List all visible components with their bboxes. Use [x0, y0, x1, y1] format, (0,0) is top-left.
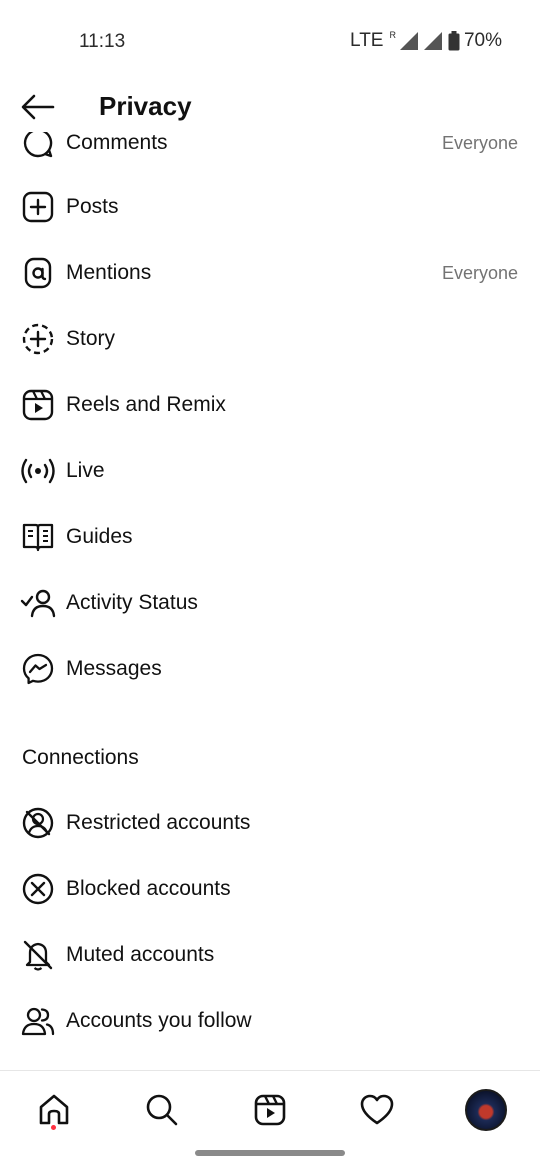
battery-level: 70%	[463, 30, 502, 51]
settings-row-messages[interactable]: Messages	[0, 639, 540, 699]
following-people-icon	[20, 1003, 56, 1039]
signal-icon-2	[423, 32, 442, 50]
settings-row-restricted[interactable]: Restricted accounts	[0, 793, 540, 853]
section-title-connections: Connections	[22, 746, 139, 769]
back-button[interactable]	[18, 90, 58, 124]
home-icon	[39, 1094, 69, 1125]
nav-reels[interactable]	[245, 1085, 295, 1135]
settings-row-value: Everyone	[441, 262, 518, 283]
settings-row-label: Muted accounts	[66, 943, 215, 966]
status-bar: 11:13 LTE R 70%	[0, 0, 540, 82]
settings-row-reels[interactable]: Reels and Remix	[0, 375, 540, 435]
muted-bell-icon	[20, 937, 56, 973]
at-sign-icon	[20, 255, 56, 291]
gesture-navigation-bar[interactable]	[195, 1150, 345, 1156]
status-time: 11:13	[79, 31, 126, 52]
settings-row-label: Activity Status	[66, 591, 198, 614]
settings-row-story[interactable]: Story	[0, 309, 540, 369]
settings-row-label: Accounts you follow	[66, 1009, 252, 1032]
settings-row-comments[interactable]: Comments Everyone	[0, 132, 540, 173]
settings-row-activity-status[interactable]: Activity Status	[0, 573, 540, 633]
blocked-icon	[20, 871, 56, 907]
settings-row-label: Reels and Remix	[66, 393, 226, 416]
settings-row-label: Mentions	[66, 261, 152, 284]
profile-avatar	[465, 1089, 507, 1131]
activity-status-icon	[20, 585, 56, 621]
live-broadcast-icon	[20, 453, 56, 489]
plus-square-icon	[20, 189, 56, 225]
messenger-icon	[20, 651, 56, 687]
page-title: Privacy	[99, 91, 192, 121]
settings-row-muted[interactable]: Muted accounts	[0, 925, 540, 985]
settings-row-live[interactable]: Live	[0, 441, 540, 501]
battery-icon	[448, 31, 460, 51]
privacy-screen: 11:13 LTE R 70% Privacy Comments Everyon…	[0, 0, 540, 1170]
settings-row-following[interactable]: Accounts you follow	[0, 991, 540, 1051]
settings-row-label: Comments	[66, 132, 168, 154]
status-indicators: LTE R 70%	[350, 30, 502, 52]
settings-row-value: Everyone	[441, 132, 518, 153]
nav-activity[interactable]	[352, 1085, 402, 1135]
heart-icon	[360, 1094, 394, 1125]
reels-icon	[20, 387, 56, 423]
settings-row-posts[interactable]: Posts	[0, 177, 540, 237]
search-icon	[146, 1094, 178, 1126]
header: Privacy	[0, 82, 540, 132]
nav-profile[interactable]	[461, 1085, 511, 1135]
settings-list: Comments Everyone Posts Mentions Everyon…	[0, 132, 540, 1070]
notification-dot	[51, 1125, 56, 1130]
settings-row-label: Guides	[66, 525, 133, 548]
settings-row-label: Messages	[66, 657, 162, 680]
guide-book-icon	[20, 519, 56, 555]
back-arrow-icon	[21, 94, 55, 120]
signal-icon	[399, 32, 418, 50]
settings-row-label: Story	[66, 327, 116, 350]
settings-row-blocked[interactable]: Blocked accounts	[0, 859, 540, 919]
reels-icon	[254, 1094, 286, 1126]
settings-row-label: Posts	[66, 195, 119, 218]
restricted-icon	[20, 805, 56, 841]
settings-row-label: Restricted accounts	[66, 811, 251, 834]
network-type: LTE	[350, 30, 384, 51]
settings-row-label: Blocked accounts	[66, 877, 231, 900]
roaming-indicator: R	[389, 30, 396, 40]
settings-row-mentions[interactable]: Mentions Everyone	[0, 243, 540, 303]
settings-row-guides[interactable]: Guides	[0, 507, 540, 567]
comment-icon	[20, 132, 56, 161]
story-add-icon	[20, 321, 56, 357]
settings-row-label: Live	[66, 459, 105, 482]
nav-search[interactable]	[137, 1085, 187, 1135]
